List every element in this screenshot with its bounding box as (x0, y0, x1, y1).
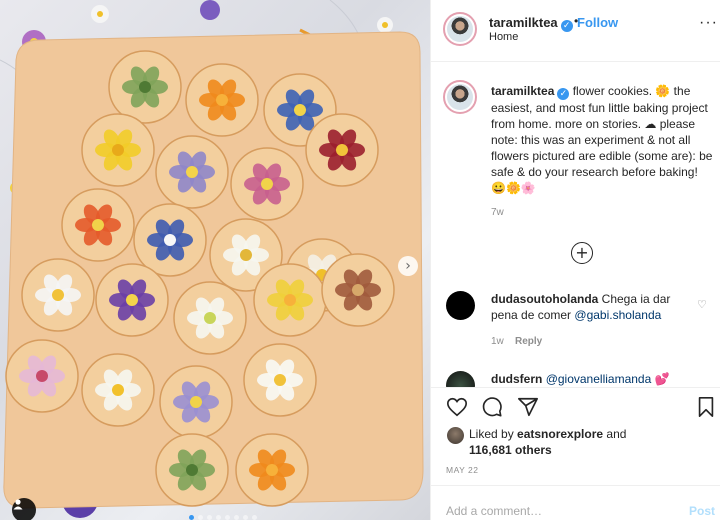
comment-mention[interactable]: @gabi.sholanda (574, 308, 661, 322)
post-details: taramilktea ✓ • Follow Home ··· taramilkt… (430, 0, 720, 520)
flower-center (164, 234, 176, 246)
heart-icon[interactable] (446, 396, 468, 418)
comment-age[interactable]: 1w (491, 336, 504, 347)
likes-and: and (603, 427, 627, 441)
post-comment-button[interactable]: Post (689, 504, 715, 518)
post-header: taramilktea ✓ • Follow Home ··· (431, 0, 720, 62)
comment-input[interactable]: Add a comment… (446, 504, 542, 518)
bookmark-icon[interactable] (696, 396, 716, 418)
cookie-tray-illustration (0, 0, 424, 518)
verified-icon: ✓ (560, 20, 573, 32)
tag-user-icon[interactable] (12, 498, 36, 520)
add-comment-bar: Add a comment… Post (431, 485, 720, 520)
caption-username[interactable]: taramilktea (491, 84, 554, 98)
post-actions: Liked by eatsnorexplore and 116,681 othe… (431, 387, 720, 485)
caption-avatar[interactable] (443, 80, 477, 114)
heart-icon[interactable]: ♡ (697, 298, 707, 311)
flower-center (336, 144, 348, 156)
comment-icon[interactable] (481, 396, 503, 418)
flower-center (126, 294, 138, 306)
reply-button[interactable]: Reply (515, 336, 542, 347)
more-options-icon[interactable]: ··· (699, 14, 718, 32)
share-icon[interactable] (517, 396, 539, 418)
avatar[interactable] (443, 12, 477, 46)
flower-center (240, 249, 252, 261)
header-username[interactable]: taramilktea (489, 15, 558, 30)
commenter-avatar[interactable] (446, 291, 475, 320)
flower-center (112, 144, 124, 156)
carousel-dot (243, 515, 248, 520)
instagram-post-modal: › taramilktea ✓ • Follow Home ··· taramil… (0, 0, 720, 520)
liker-avatar[interactable] (447, 427, 464, 444)
flower-center (261, 178, 273, 190)
flower-center (352, 284, 364, 296)
likes-count[interactable]: 116,681 others (469, 443, 552, 457)
carousel-indicator (189, 515, 257, 520)
carousel-dot (234, 515, 239, 520)
header-username-wrap: taramilktea ✓ (489, 15, 573, 32)
flower-center (216, 94, 228, 106)
carousel-dot (189, 515, 194, 520)
caption-text: flower cookies. 🌼 the easiest, and most … (491, 84, 713, 195)
liker-username[interactable]: eatsnorexplore (517, 427, 603, 441)
comment-item: dudsfern @giovanelliamanda 💕 (491, 371, 691, 387)
flower-center (36, 370, 48, 382)
carousel-dot (207, 515, 212, 520)
comment-username[interactable]: dudsfern (491, 372, 542, 386)
plus-circle-icon[interactable]: + (571, 242, 593, 264)
post-photo[interactable]: › (0, 0, 430, 520)
flower-center (186, 166, 198, 178)
chevron-right-icon[interactable]: › (398, 256, 418, 276)
caption: taramilktea ✓ flower cookies. 🌼 the easie… (491, 83, 713, 196)
caption-age[interactable]: 7w (491, 207, 504, 218)
flower-center (284, 294, 296, 306)
flower-center (294, 104, 306, 116)
comment-mention[interactable]: @giovanelliamanda 💕 (546, 372, 670, 386)
comment-item: dudasoutoholanda Chega ia dar pena de co… (491, 291, 691, 323)
carousel-dot (216, 515, 221, 520)
carousel-dot (198, 515, 203, 520)
flower-center (92, 219, 104, 231)
comment-username[interactable]: dudasoutoholanda (491, 292, 598, 306)
flower-center (139, 81, 151, 93)
likes-prefix: Liked by (469, 427, 518, 441)
flower-center (266, 464, 278, 476)
location-link[interactable]: Home (489, 31, 518, 43)
verified-icon: ✓ (557, 88, 570, 100)
flower-center (186, 464, 198, 476)
follow-button[interactable]: Follow (577, 15, 618, 30)
flower-center (190, 396, 202, 408)
flower-center (52, 289, 64, 301)
likes-summary: Liked by eatsnorexplore and 116,681 othe… (469, 426, 626, 458)
carousel-dot (252, 515, 257, 520)
flower-center (112, 384, 124, 396)
flower-center (274, 374, 286, 386)
carousel-dot (225, 515, 230, 520)
post-date[interactable]: MAY 22 (446, 465, 478, 475)
flower-center (204, 312, 216, 324)
